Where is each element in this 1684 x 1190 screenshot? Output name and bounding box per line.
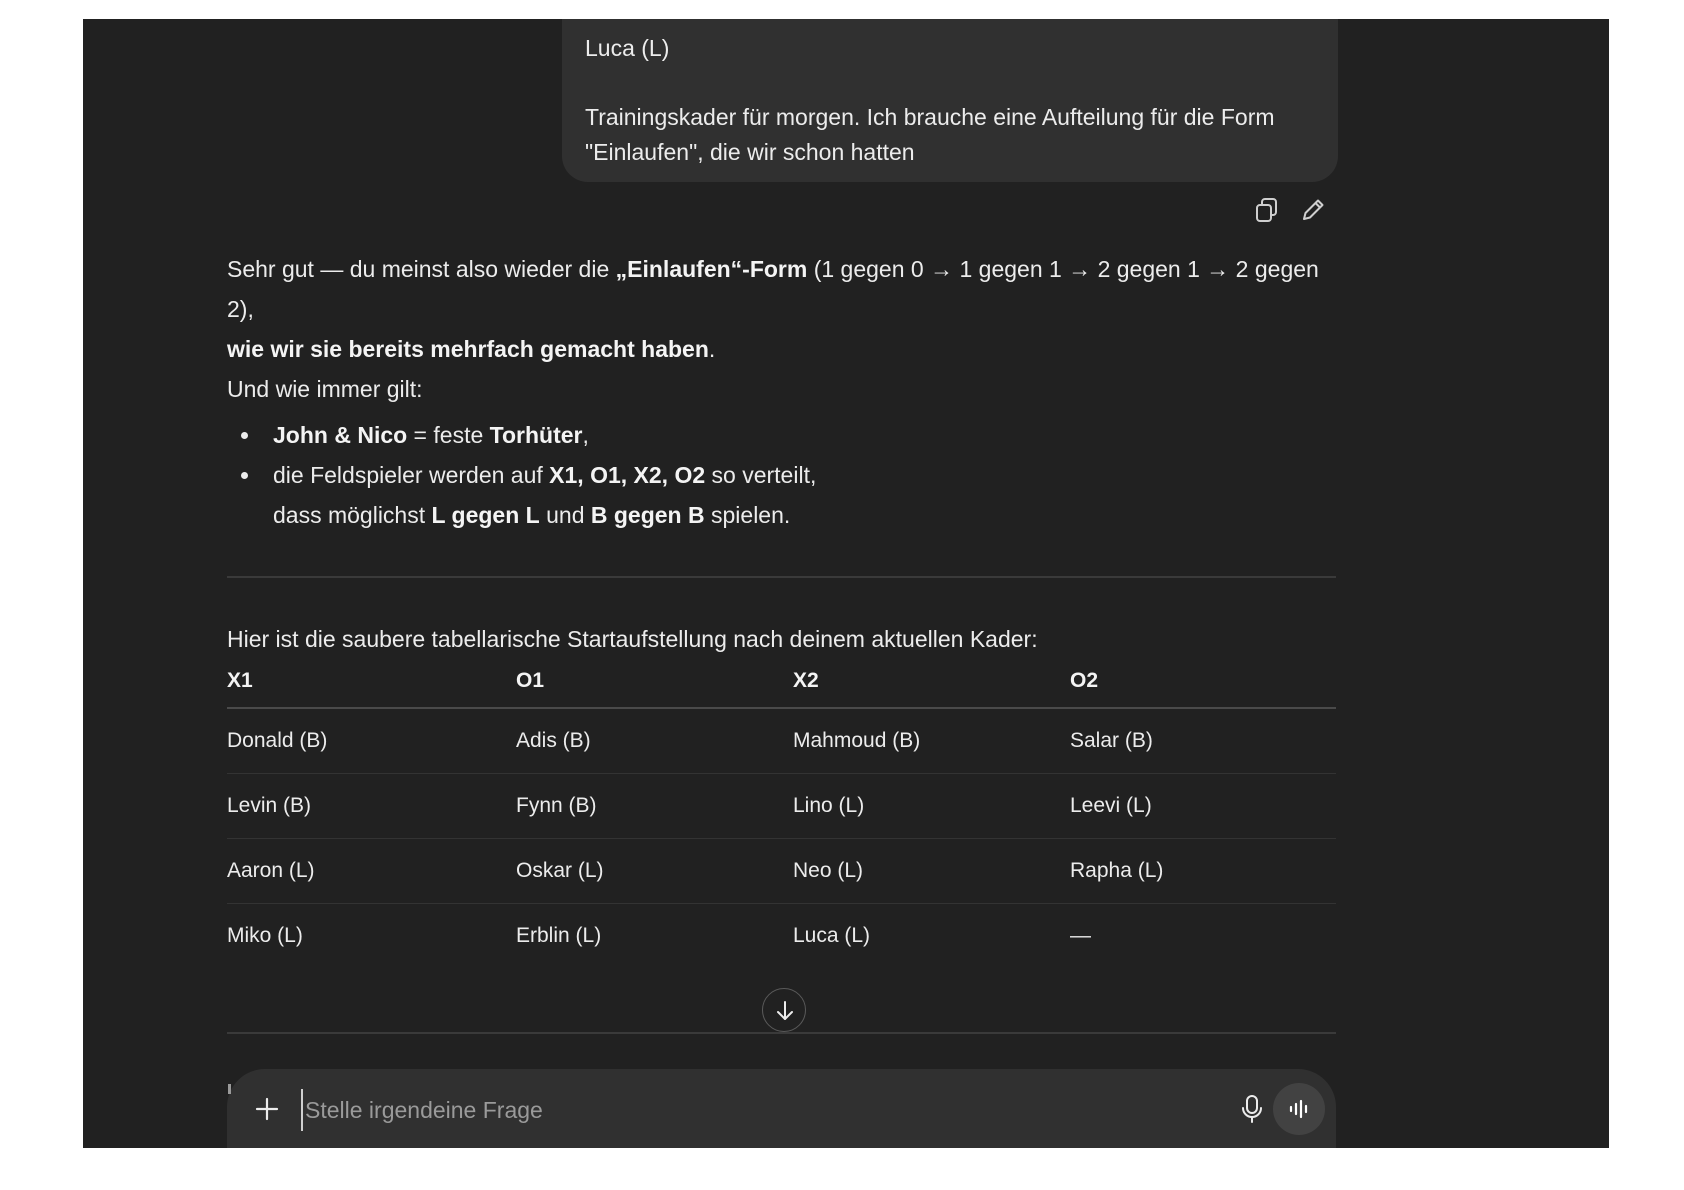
- bold-span: „Einlaufen“-Form: [615, 256, 808, 282]
- text-span: Sehr gut — du meinst also wieder die: [227, 256, 616, 282]
- text-span: und: [539, 502, 591, 528]
- text-span: so verteilt,: [705, 462, 817, 488]
- text-span: spielen.: [704, 502, 791, 528]
- table-cell: Oskar (L): [516, 838, 793, 904]
- table-cell: Donald (B): [227, 708, 516, 774]
- chat-window: Luca (L) Trainingskader für morgen. Ich …: [83, 19, 1609, 1148]
- message-input[interactable]: [301, 1089, 1147, 1131]
- table-cell: Mahmoud (B): [793, 708, 1070, 774]
- assistant-paragraph-1: Sehr gut — du meinst also wieder die „Ei…: [227, 249, 1336, 329]
- assistant-paragraph-2: wie wir sie bereits mehrfach gemacht hab…: [227, 329, 1336, 369]
- table-cell: Miko (L): [227, 924, 303, 947]
- text-span: = feste: [407, 422, 490, 448]
- bold-span: L gegen L: [431, 502, 540, 528]
- assistant-paragraph-3: Und wie immer gilt:: [227, 376, 423, 402]
- column-header-x1: X1: [227, 669, 516, 709]
- table-cell: Lino (L): [793, 773, 1070, 839]
- user-message-bubble: Luca (L) Trainingskader für morgen. Ich …: [562, 19, 1338, 182]
- table-cell: Aaron (L): [227, 838, 516, 904]
- table-cell: Leevi (L): [1070, 773, 1336, 839]
- list-item: die Feldspieler werden auf X1, O1, X2, O…: [227, 455, 1336, 535]
- text-span: dass möglichst: [273, 502, 432, 528]
- lineup-table: X1 O1 X2 O2 Donald (B) Adis (B) Mahmoud …: [227, 669, 1336, 968]
- table-cell: Salar (B): [1070, 708, 1336, 774]
- plus-icon[interactable]: [252, 1094, 282, 1124]
- table-row: Levin (B) Fynn (B) Lino (L) Leevi (L): [227, 773, 1336, 839]
- table-cell: Adis (B): [516, 708, 793, 774]
- rules-list: John & Nico = feste Torhüter, die Feldsp…: [227, 415, 1336, 535]
- text-span: die Feldspieler werden auf: [273, 462, 550, 488]
- table-intro: Hier ist die saubere tabellarische Start…: [227, 626, 1038, 652]
- column-header-o1: O1: [516, 669, 793, 709]
- bold-span: Torhüter: [489, 422, 583, 448]
- composer-edge-mark: [228, 1084, 231, 1094]
- bold-span: wie wir sie bereits mehrfach gemacht hab…: [227, 336, 709, 362]
- bold-span: B gegen B: [590, 502, 705, 528]
- text-span: .: [708, 336, 716, 362]
- table-cell: Neo (L): [793, 838, 1070, 904]
- table-cell: Luca (L): [793, 924, 871, 947]
- arrow-down-icon: [777, 1001, 793, 1020]
- voice-mode-button[interactable]: [1273, 1083, 1325, 1135]
- bold-span: John & Nico: [273, 422, 408, 448]
- microphone-icon[interactable]: [1237, 1093, 1267, 1125]
- user-message-line-luca: Luca (L): [585, 35, 670, 61]
- table-header-row: X1 O1 X2 O2: [227, 669, 1336, 709]
- table-cell: Erblin (L): [516, 924, 602, 947]
- column-header-x2: X2: [793, 669, 1070, 709]
- pencil-icon[interactable]: [1298, 195, 1328, 225]
- user-message-request-line-2: "Einlaufen", die wir schon hatten: [585, 139, 915, 165]
- table-row: Miko (L) Erblin (L) Luca (L) —: [227, 904, 1336, 969]
- column-header-o2: O2: [1070, 669, 1336, 709]
- table-cell: Levin (B): [227, 773, 516, 839]
- composer-divider: [227, 1032, 1336, 1034]
- section-divider: [227, 576, 1336, 578]
- scroll-to-bottom-button[interactable]: [762, 988, 806, 1032]
- message-actions: [1236, 195, 1336, 225]
- table-row: Aaron (L) Oskar (L) Neo (L) Rapha (L): [227, 838, 1336, 904]
- table-row: Donald (B) Adis (B) Mahmoud (B) Salar (B…: [227, 708, 1336, 774]
- assistant-message: Sehr gut — du meinst also wieder die „Ei…: [227, 249, 1336, 535]
- composer: [227, 1069, 1336, 1148]
- copy-icon[interactable]: [1252, 195, 1282, 225]
- user-message-request-line-1: Trainingskader für morgen. Ich brauche e…: [585, 104, 1275, 130]
- table-cell: Fynn (B): [516, 773, 793, 839]
- table-cell: —: [1070, 924, 1091, 947]
- voice-mode-icon: [1289, 1099, 1308, 1119]
- text-span: ,: [582, 422, 589, 448]
- table-cell: Rapha (L): [1070, 838, 1336, 904]
- list-item: John & Nico = feste Torhüter,: [227, 415, 1336, 455]
- bold-span: X1, O1, X2, O2: [549, 462, 706, 488]
